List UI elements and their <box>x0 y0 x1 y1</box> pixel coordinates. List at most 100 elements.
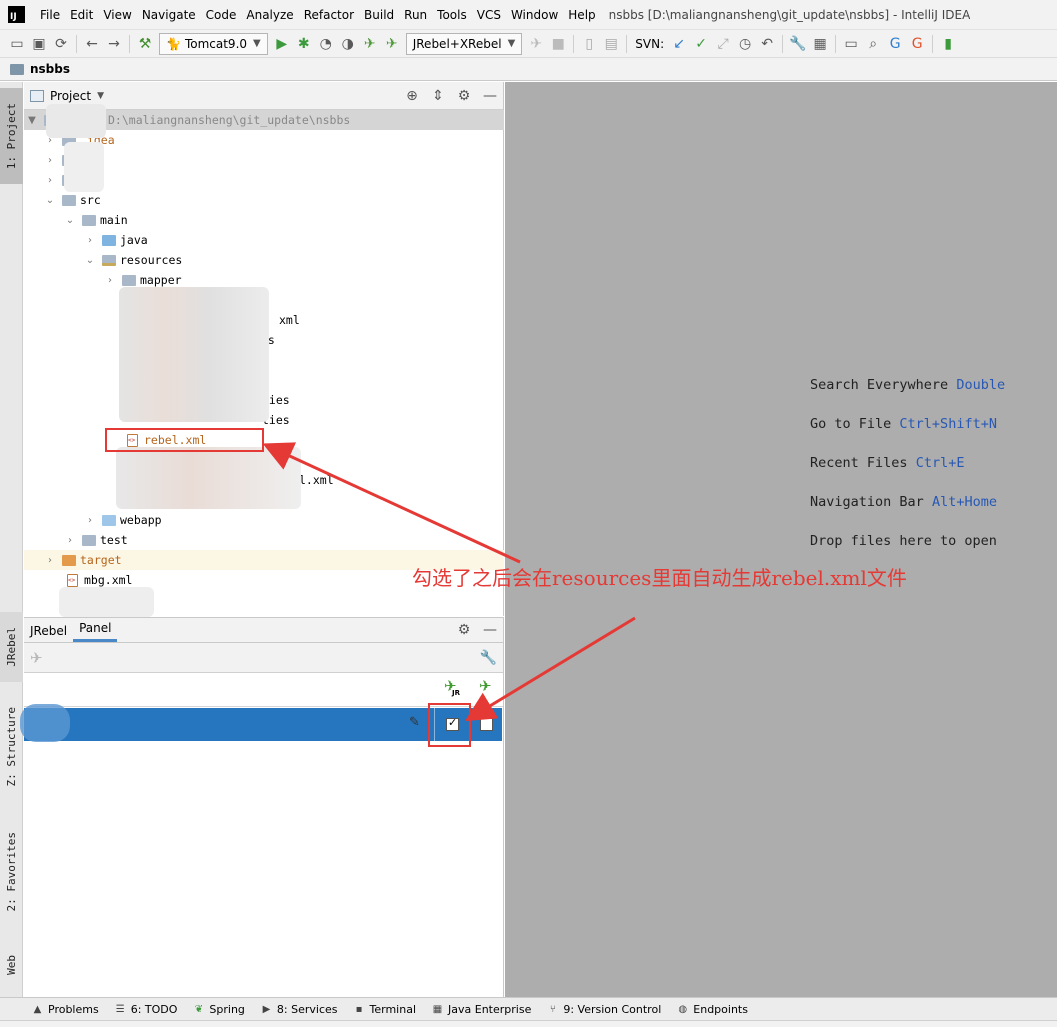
run-icon[interactable]: ▶ <box>271 33 293 55</box>
tree-item-src[interactable]: ⌄ src <box>24 190 504 210</box>
menu-window[interactable]: Window <box>506 8 563 22</box>
profile-icon[interactable]: ◑ <box>337 33 359 55</box>
tool-label: Java Enterprise <box>448 1002 532 1016</box>
left-tool-strip: 1: Project JRebel Z: Structure 2: Favori… <box>0 82 23 997</box>
tree-item-resources[interactable]: ⌄ resources <box>24 250 504 270</box>
chevron-right-icon[interactable]: › <box>44 555 56 566</box>
tab-structure-label: Z: Structure <box>5 707 18 787</box>
chevron-right-icon[interactable]: › <box>104 275 116 286</box>
tab-structure[interactable]: Z: Structure <box>0 692 23 802</box>
menu-edit[interactable]: Edit <box>65 8 98 22</box>
translate-alt-icon[interactable]: G <box>906 33 928 55</box>
run-config-select[interactable]: 🐈 Tomcat9.0 ▼ <box>159 32 268 55</box>
tab-panel[interactable]: Panel <box>73 621 118 642</box>
menu-build[interactable]: Build <box>359 8 399 22</box>
tab-jrebel-title[interactable]: JRebel <box>24 624 73 642</box>
svn-history-icon[interactable]: ◷ <box>734 33 756 55</box>
menu-run[interactable]: Run <box>399 8 432 22</box>
svn-compare-icon[interactable]: ⤢ <box>712 33 734 55</box>
project-view-select[interactable]: Project <box>50 89 91 103</box>
menu-view[interactable]: View <box>98 8 136 22</box>
remote-enable-checkbox[interactable] <box>480 718 493 731</box>
tool-endpoints[interactable]: ◍ Endpoints <box>677 1003 748 1016</box>
forward-icon[interactable]: → <box>103 33 125 55</box>
jrebel-config-select[interactable]: JRebel+XRebel ▼ <box>405 32 523 55</box>
tool-spring[interactable]: ❦ Spring <box>193 1003 245 1016</box>
tree-item-test[interactable]: › test <box>24 530 504 550</box>
menu-analyze[interactable]: Analyze <box>241 8 298 22</box>
svn-update-icon[interactable]: ↙ <box>668 33 690 55</box>
tab-favorites[interactable]: 2: Favorites <box>0 817 23 927</box>
hide-icon[interactable]: — <box>477 88 503 104</box>
build-hammer-icon[interactable]: ⚒ <box>134 33 156 55</box>
sync-icon[interactable]: ⟳ <box>50 33 72 55</box>
tab-project-label: 1: Project <box>5 102 18 170</box>
jrebel-debug-icon[interactable]: ✈ <box>381 33 403 55</box>
plugin-icon[interactable]: ▮ <box>937 33 959 55</box>
update-icon[interactable]: ✈ <box>525 33 547 55</box>
chevron-right-icon[interactable]: › <box>44 175 56 186</box>
tool-terminal[interactable]: ▪ Terminal <box>354 1003 416 1016</box>
breadcrumb-project[interactable]: nsbbs <box>30 62 70 76</box>
open-folder-icon[interactable]: ▭ <box>6 33 28 55</box>
project-structure-icon[interactable]: ▦ <box>809 33 831 55</box>
editor-empty-area[interactable]: Search Everywhere Double Go to File Ctrl… <box>505 82 1057 997</box>
tool-version-control[interactable]: ⑂ 9: Version Control <box>547 1003 661 1016</box>
debug-icon[interactable]: ✱ <box>293 33 315 55</box>
resources-folder-icon <box>102 254 116 266</box>
chevron-right-icon[interactable]: › <box>64 535 76 546</box>
tree-item-java[interactable]: › java <box>24 230 504 250</box>
chevron-down-icon[interactable]: ⌄ <box>44 195 56 206</box>
tool-problems[interactable]: ▲ Problems <box>32 1003 99 1016</box>
save-icon[interactable]: ▣ <box>28 33 50 55</box>
gear-icon[interactable]: ⚙ <box>451 622 477 638</box>
menu-bar: IJ File Edit View Navigate Code Analyze … <box>0 0 1057 29</box>
hint-go-to-file: Go to File Ctrl+Shift+N <box>810 416 997 432</box>
chevron-down-icon[interactable]: ▼ <box>26 115 38 126</box>
tool-services[interactable]: ▶ 8: Services <box>261 1003 338 1016</box>
tree-item-label: webapp <box>120 513 162 527</box>
coverage-icon[interactable]: ◔ <box>315 33 337 55</box>
jrebel-action-icon[interactable]: ✈ <box>30 649 43 667</box>
toolbar-separator <box>573 34 575 53</box>
tree-item-webapp[interactable]: › webapp <box>24 510 504 530</box>
chevron-right-icon[interactable]: › <box>84 515 96 526</box>
menu-vcs[interactable]: VCS <box>472 8 506 22</box>
chevron-down-icon[interactable]: ⌄ <box>84 255 96 266</box>
gear-icon[interactable]: ⚙ <box>451 88 477 104</box>
stop-icon[interactable]: ■ <box>547 33 569 55</box>
menu-refactor[interactable]: Refactor <box>299 8 359 22</box>
tab-web[interactable]: Web <box>0 937 23 992</box>
settings-wrench-icon[interactable]: 🔧 <box>787 33 809 55</box>
collapse-all-icon[interactable]: ⇕ <box>425 88 451 104</box>
chevron-down-icon[interactable]: ▼ <box>97 91 104 101</box>
hint-text: Search Everywhere <box>810 377 949 393</box>
terminal-icon[interactable]: ▭ <box>840 33 862 55</box>
jrebel-run-icon[interactable]: ✈ <box>359 33 381 55</box>
wrench-icon[interactable]: 🔧 <box>480 650 497 666</box>
hint-shortcut: Double <box>956 377 1006 393</box>
tab-project[interactable]: 1: Project <box>0 88 23 184</box>
menu-navigate[interactable]: Navigate <box>137 8 201 22</box>
search-icon[interactable]: ⌕ <box>862 33 884 55</box>
tool-java-enterprise[interactable]: ▦ Java Enterprise <box>432 1002 532 1016</box>
tab-jrebel[interactable]: JRebel <box>0 612 23 682</box>
attach-icon[interactable]: ▯ <box>578 33 600 55</box>
back-icon[interactable]: ← <box>81 33 103 55</box>
tool-todo[interactable]: ☰ 6: TODO <box>115 1003 178 1016</box>
menu-tools[interactable]: Tools <box>432 8 472 22</box>
chevron-right-icon[interactable]: › <box>44 155 56 166</box>
tree-item-main[interactable]: ⌄ main <box>24 210 504 230</box>
translate-icon[interactable]: G <box>884 33 906 55</box>
locate-icon[interactable]: ⊕ <box>399 88 425 104</box>
chevron-down-icon[interactable]: ⌄ <box>64 215 76 226</box>
chevron-right-icon[interactable]: › <box>84 235 96 246</box>
menu-file[interactable]: File <box>35 8 65 22</box>
menu-code[interactable]: Code <box>201 8 242 22</box>
hide-icon[interactable]: — <box>477 622 503 638</box>
edit-pencil-icon[interactable]: ✎ <box>409 715 420 730</box>
menu-help[interactable]: Help <box>563 8 600 22</box>
svn-revert-icon[interactable]: ↶ <box>756 33 778 55</box>
layout-icon[interactable]: ▤ <box>600 33 622 55</box>
svn-commit-icon[interactable]: ✓ <box>690 33 712 55</box>
